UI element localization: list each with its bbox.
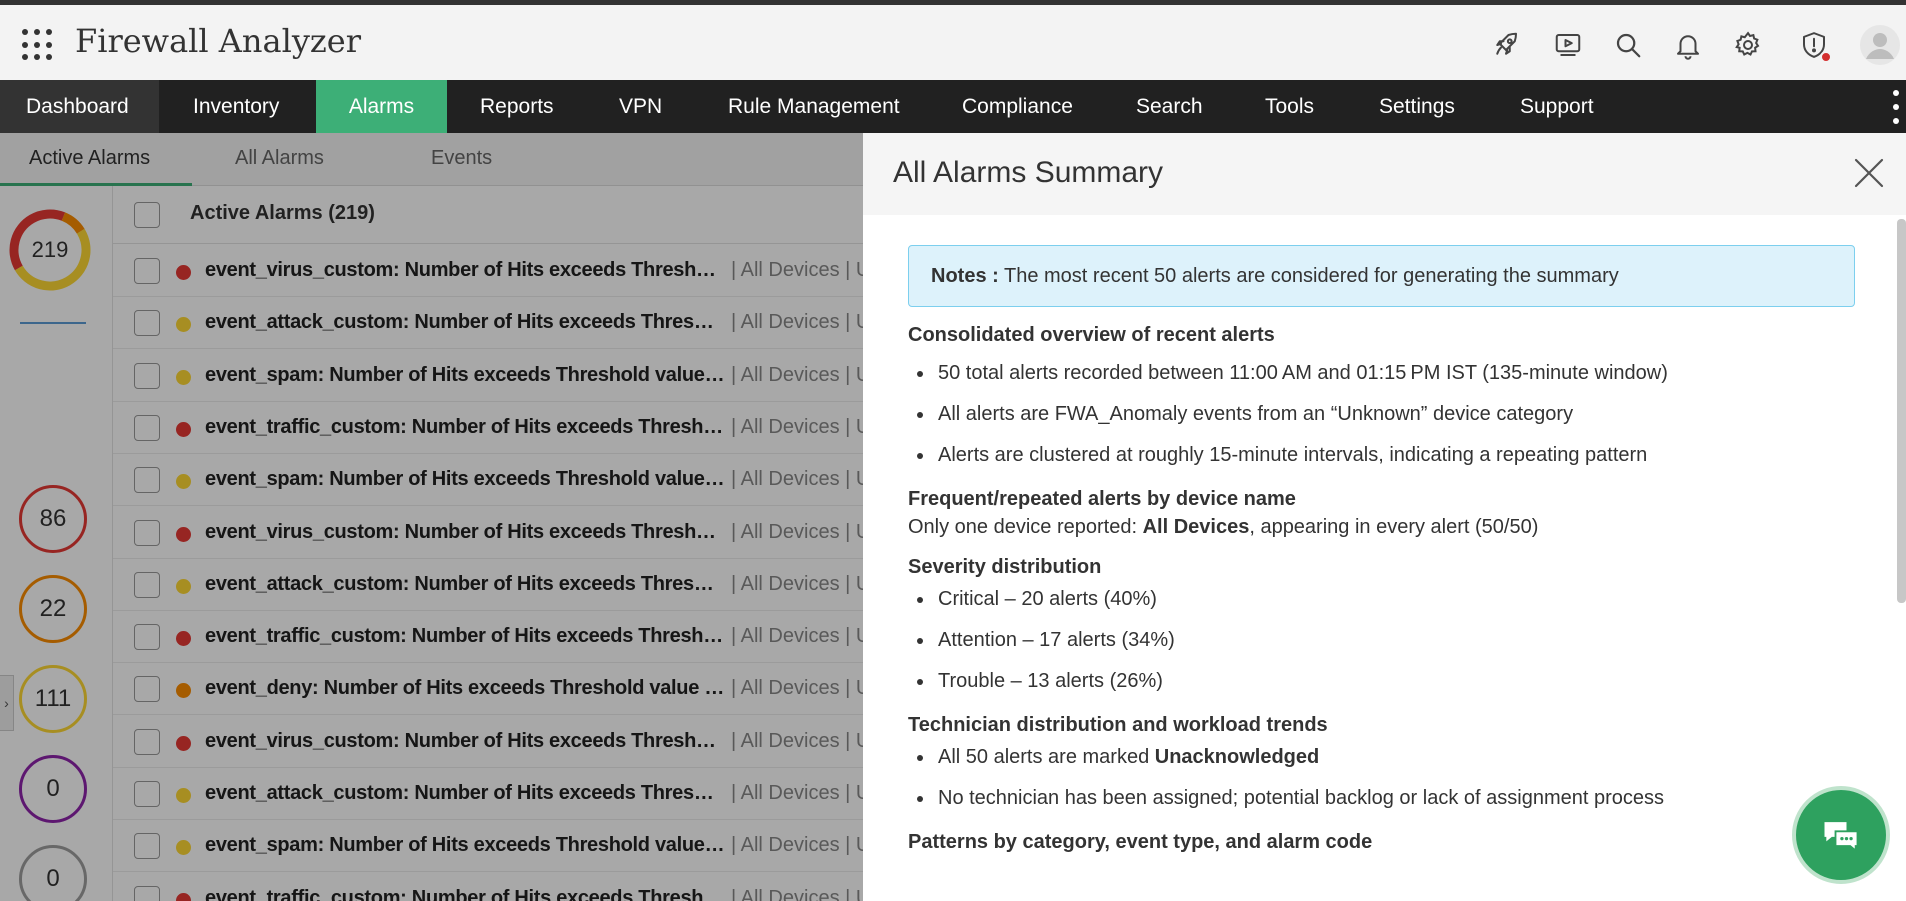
overview-list: 50 total alerts recorded between 11:00 A… [908, 353, 1858, 476]
panel-scrollbar[interactable] [1897, 219, 1906, 901]
list-item: Trouble – 13 alerts (26%) [908, 661, 1858, 702]
list-item: No technician has been assigned; potenti… [908, 778, 1858, 819]
nav-vpn[interactable]: VPN [593, 80, 688, 133]
video-icon[interactable] [1550, 27, 1586, 63]
apps-grid-icon[interactable] [22, 29, 54, 61]
top-bar: Firewall Analyzer [0, 0, 1906, 80]
chat-button[interactable] [1792, 786, 1890, 884]
severity-heading: Severity distribution [908, 556, 1102, 578]
modal-overlay[interactable] [0, 133, 863, 901]
gear-icon[interactable] [1730, 27, 1766, 63]
panel-header: All Alarms Summary [863, 133, 1906, 215]
chat-icon [1824, 822, 1859, 853]
rocket-icon[interactable] [1488, 27, 1524, 63]
nav-reports[interactable]: Reports [454, 80, 580, 133]
more-menu-icon[interactable] [1892, 90, 1900, 124]
list-item: Attention – 17 alerts (34%) [908, 620, 1858, 661]
nav-rule-management[interactable]: Rule Management [702, 80, 926, 133]
list-item: 50 total alerts recorded between 11:00 A… [908, 353, 1858, 394]
list-item: Alerts are clustered at roughly 15-minut… [908, 435, 1858, 476]
avatar[interactable] [1860, 25, 1900, 65]
nav-search[interactable]: Search [1110, 80, 1229, 133]
nav-inventory[interactable]: Inventory [167, 80, 305, 133]
list-item: All 50 alerts are marked Unacknowledged [908, 737, 1858, 778]
bell-icon[interactable] [1670, 27, 1706, 63]
app-title: Firewall Analyzer [75, 22, 361, 60]
nav-dashboard[interactable]: Dashboard [0, 80, 159, 133]
scrollbar-thumb[interactable] [1897, 219, 1906, 603]
nav-settings[interactable]: Settings [1353, 80, 1481, 133]
patterns-heading: Patterns by category, event type, and al… [908, 831, 1373, 853]
notes-banner: Notes : The most recent 50 alerts are co… [908, 245, 1855, 307]
panel-title: All Alarms Summary [893, 156, 1164, 189]
close-icon[interactable] [1851, 155, 1887, 191]
notes-text: The most recent 50 alerts are considered… [998, 265, 1619, 287]
overview-heading: Consolidated overview of recent alerts [908, 324, 1275, 346]
search-icon[interactable] [1610, 27, 1646, 63]
nav-support[interactable]: Support [1494, 80, 1620, 133]
nav-tools[interactable]: Tools [1239, 80, 1340, 133]
notes-label: Notes : [931, 265, 999, 287]
alert-indicator-dot [1820, 51, 1832, 63]
alarms-summary-panel: All Alarms Summary Notes : The most rece… [863, 133, 1906, 901]
nav-compliance[interactable]: Compliance [936, 80, 1099, 133]
list-item: Critical – 20 alerts (40%) [908, 579, 1858, 620]
technician-heading: Technician distribution and workload tre… [908, 714, 1328, 736]
nav-alarms[interactable]: Alarms [316, 80, 447, 133]
shield-alert-icon[interactable] [1796, 27, 1832, 63]
frequent-text: Only one device reported: All Devices, a… [908, 516, 1539, 538]
main-nav: Dashboard Inventory Alarms Reports VPN R… [0, 80, 1906, 133]
severity-list: Critical – 20 alerts (40%) Attention – 1… [908, 579, 1858, 702]
technician-list: All 50 alerts are marked Unacknowledged … [908, 737, 1858, 819]
frequent-heading: Frequent/repeated alerts by device name [908, 488, 1296, 510]
summary-body: Notes : The most recent 50 alerts are co… [908, 245, 1858, 854]
list-item: All alerts are FWA_Anomaly events from a… [908, 394, 1858, 435]
